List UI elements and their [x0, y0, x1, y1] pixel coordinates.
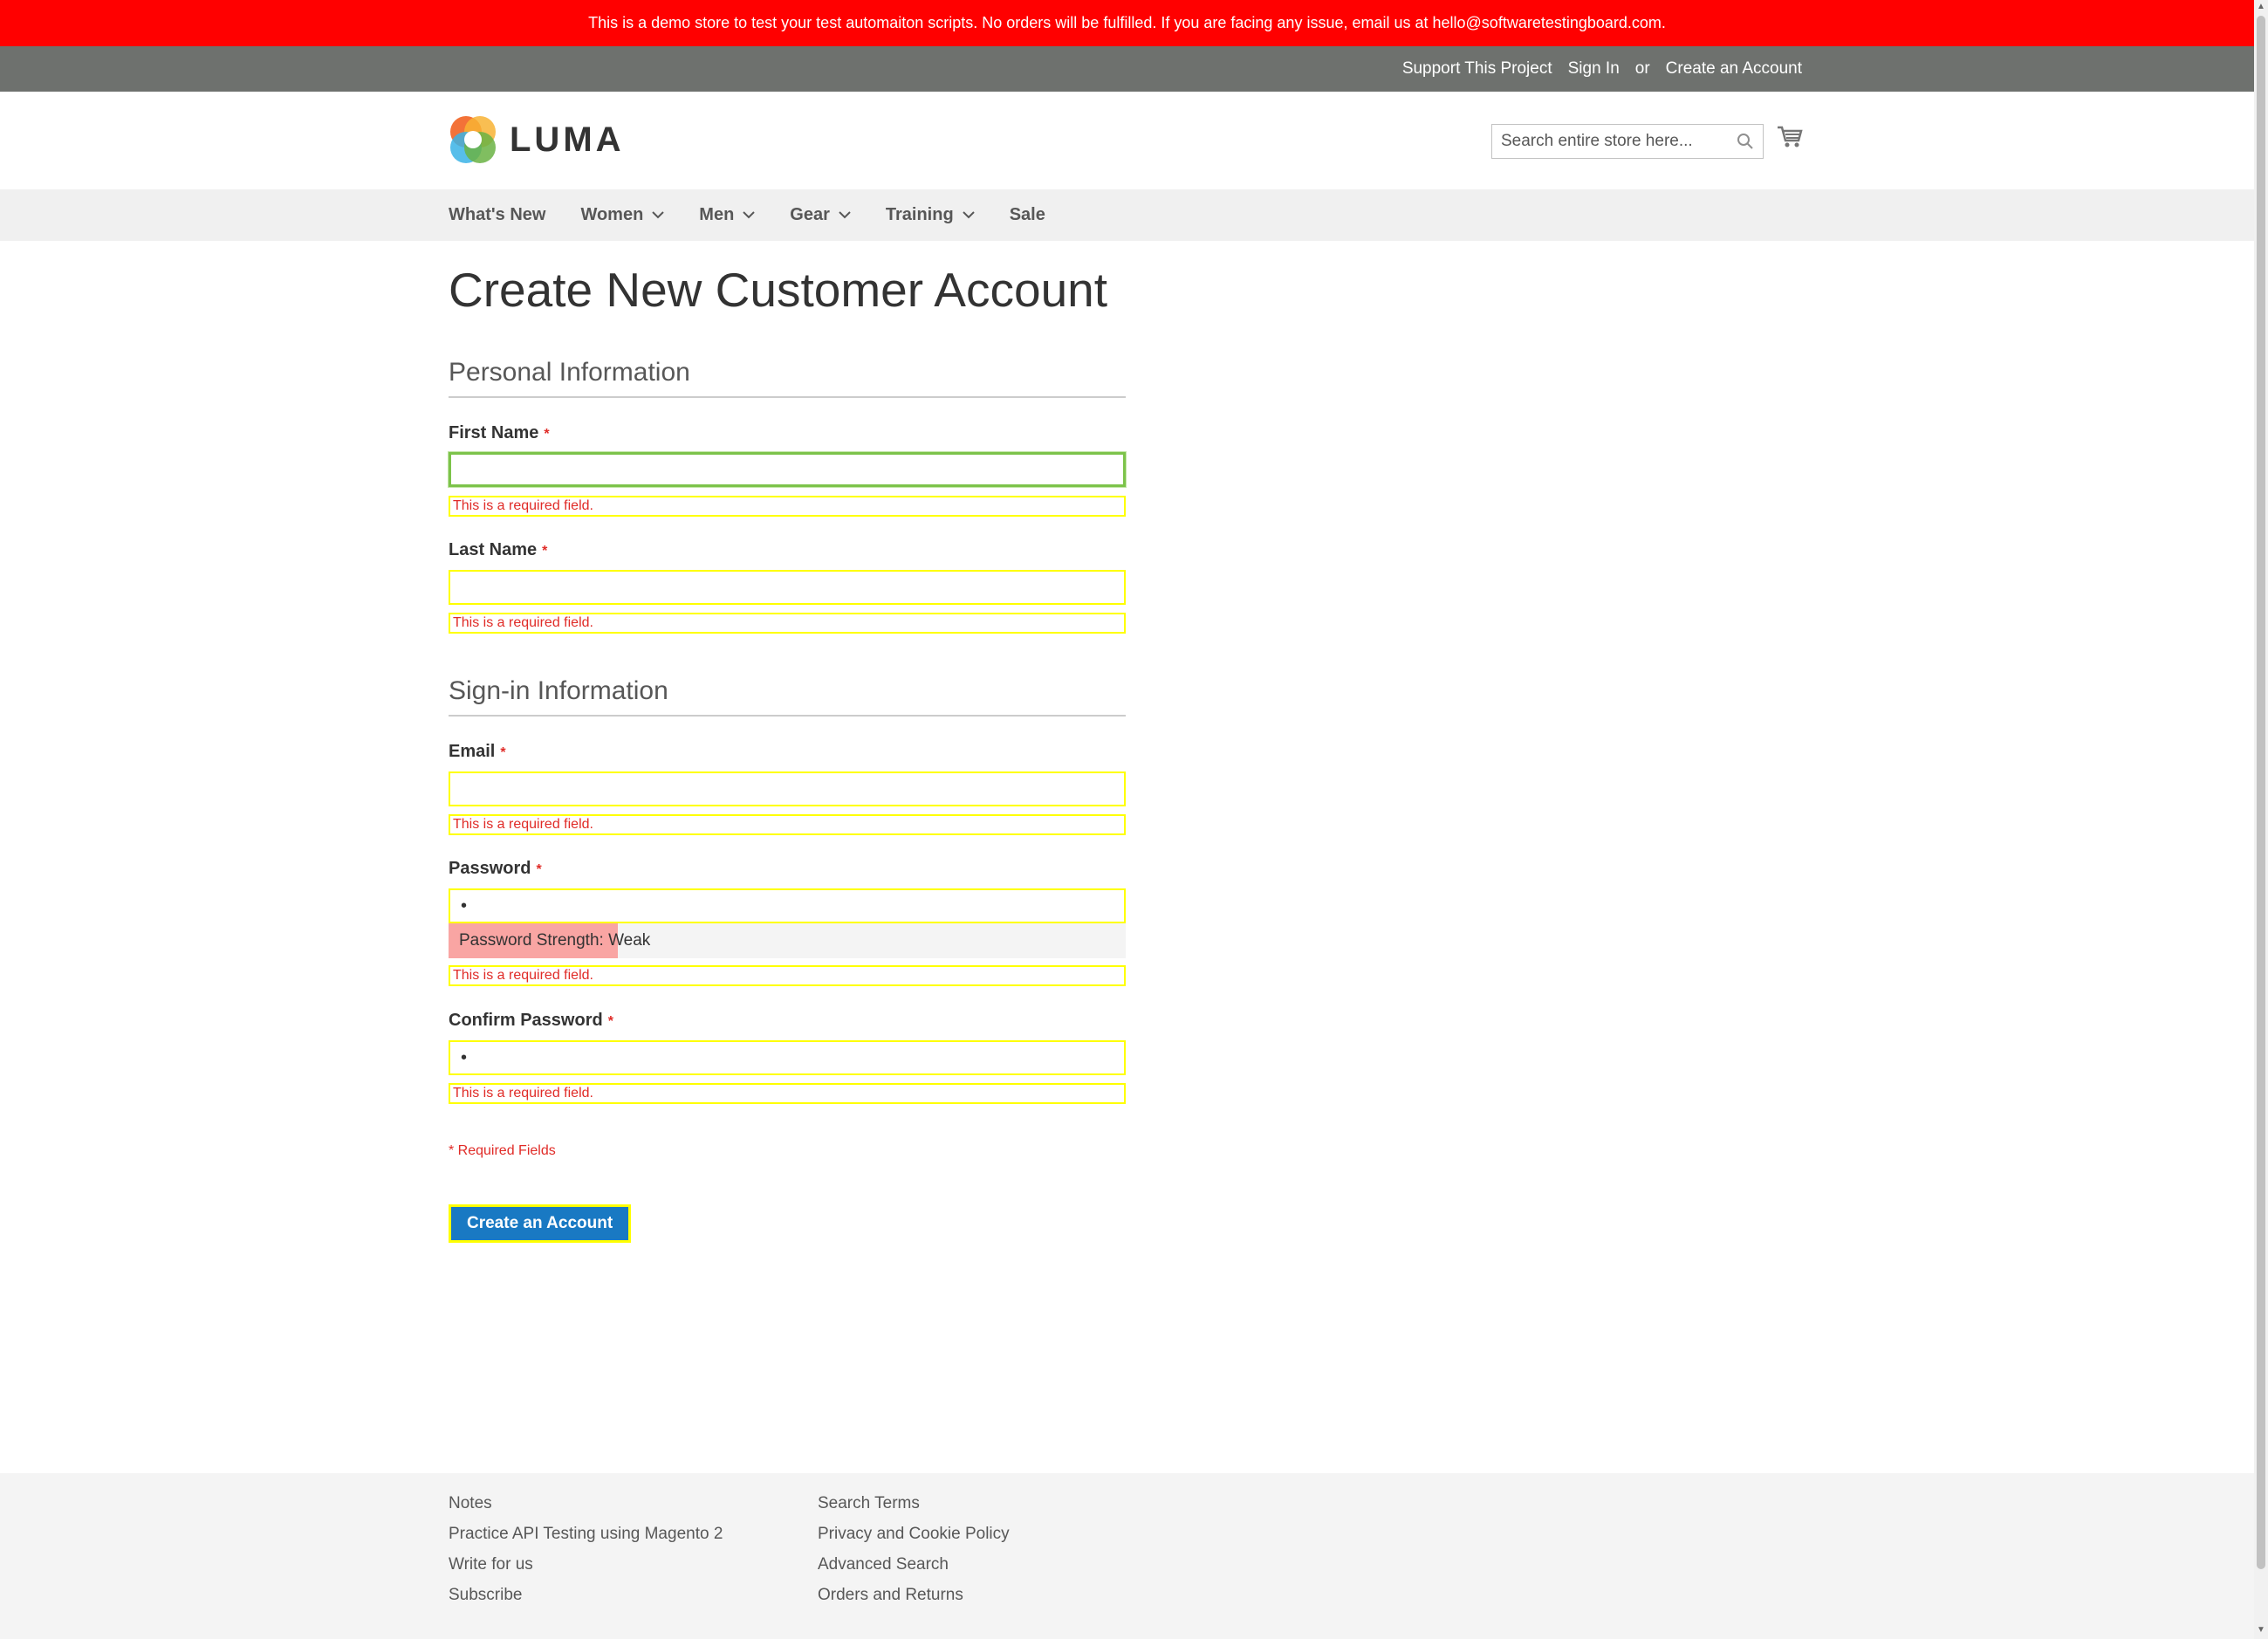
required-marker: *	[607, 1014, 613, 1029]
scroll-up-arrow-icon[interactable]: ▲	[2257, 2, 2265, 12]
first-name-label: First Name *	[449, 423, 550, 443]
support-project-link[interactable]: Support This Project	[1402, 59, 1552, 79]
required-marker: *	[536, 862, 542, 877]
search-box	[1491, 124, 1764, 159]
sign-in-link[interactable]: Sign In	[1568, 59, 1620, 79]
last-name-label: Last Name *	[449, 540, 547, 560]
footer-link-orders-returns[interactable]: Orders and Returns	[818, 1586, 1010, 1605]
nav-item-label: Sale	[1009, 205, 1045, 224]
footer-link-search-terms[interactable]: Search Terms	[818, 1494, 1010, 1513]
header-panel: Support This Project Sign In or Create a…	[0, 46, 2254, 92]
first-name-label-text: First Name	[449, 423, 539, 442]
signin-information-heading: Sign-in Information	[449, 676, 1126, 717]
password-label: Password *	[449, 859, 542, 879]
footer-links-column-2: Search Terms Privacy and Cookie Policy A…	[818, 1494, 1010, 1605]
first-name-input[interactable]	[449, 452, 1126, 487]
demo-notice-text: This is a demo store to test your test a…	[588, 14, 1666, 31]
confirm-password-input[interactable]	[449, 1040, 1126, 1075]
chevron-down-icon	[652, 211, 665, 219]
password-label-text: Password	[449, 859, 531, 878]
required-marker: *	[544, 427, 550, 442]
page-scrollbar[interactable]: ▲ ▼	[2254, 0, 2268, 1639]
email-label: Email *	[449, 742, 506, 762]
chevron-down-icon	[743, 211, 756, 219]
last-name-label-text: Last Name	[449, 540, 538, 559]
search-icon[interactable]	[1737, 133, 1754, 150]
page-title: Create New Customer Account	[449, 263, 1108, 317]
scroll-down-arrow-icon[interactable]: ▼	[2257, 1625, 2265, 1636]
password-error: This is a required field.	[449, 965, 1126, 986]
create-account-link[interactable]: Create an Account	[1666, 59, 1802, 79]
footer-link-privacy[interactable]: Privacy and Cookie Policy	[818, 1525, 1010, 1544]
footer-links-column-1: Notes Practice API Testing using Magento…	[449, 1494, 723, 1605]
logo-text: LUMA	[510, 120, 625, 159]
chevron-down-icon	[962, 211, 975, 219]
required-marker: *	[500, 745, 506, 760]
nav-item-sale[interactable]: Sale	[1010, 205, 1045, 225]
nav-item-gear[interactable]: Gear	[790, 205, 851, 225]
required-fields-note: * Required Fields	[449, 1143, 556, 1158]
password-input[interactable]	[449, 888, 1126, 923]
email-field[interactable]	[449, 771, 1126, 806]
main-navigation: What's New Women Men Gear Training Sale	[0, 189, 2254, 241]
nav-item-women[interactable]: Women	[580, 205, 665, 225]
nav-item-label: Training	[885, 205, 954, 224]
scrollbar-thumb[interactable]	[2257, 16, 2265, 1569]
nav-item-label: Men	[699, 205, 735, 224]
required-marker: *	[542, 544, 548, 559]
nav-item-men[interactable]: Men	[699, 205, 756, 225]
personal-information-heading: Personal Information	[449, 358, 1126, 398]
luma-logo[interactable]: LUMA	[449, 114, 625, 165]
footer-link-notes[interactable]: Notes	[449, 1494, 723, 1513]
cart-icon[interactable]	[1777, 125, 1803, 149]
first-name-error: This is a required field.	[449, 496, 1126, 517]
create-account-button[interactable]: Create an Account	[449, 1204, 632, 1243]
last-name-input[interactable]	[449, 570, 1126, 605]
password-strength-meter: Password Strength: Weak	[449, 923, 1126, 958]
last-name-error: This is a required field.	[449, 613, 1126, 634]
site-header: LUMA	[0, 92, 2254, 189]
confirm-password-label: Confirm Password *	[449, 1011, 613, 1031]
or-separator: or	[1634, 59, 1650, 78]
nav-item-label: Women	[580, 205, 644, 224]
nav-item-training[interactable]: Training	[886, 205, 975, 225]
search-input[interactable]	[1501, 132, 1728, 151]
password-strength-text: Password Strength: Weak	[459, 931, 651, 950]
luma-logo-icon	[450, 116, 496, 163]
chevron-down-icon	[839, 211, 851, 219]
email-label-text: Email	[449, 742, 496, 761]
nav-item-label: What's New	[449, 205, 546, 224]
confirm-password-label-text: Confirm Password	[449, 1011, 603, 1030]
header-links: Support This Project Sign In or Create a…	[1402, 46, 1802, 92]
confirm-password-error: This is a required field.	[449, 1083, 1126, 1104]
site-footer: Notes Practice API Testing using Magento…	[0, 1473, 2254, 1639]
footer-link-write-for-us[interactable]: Write for us	[449, 1555, 723, 1574]
footer-link-practice-api[interactable]: Practice API Testing using Magento 2	[449, 1525, 723, 1544]
demo-notice-banner: This is a demo store to test your test a…	[0, 0, 2254, 46]
email-error: This is a required field.	[449, 814, 1126, 835]
footer-link-subscribe[interactable]: Subscribe	[449, 1586, 723, 1605]
nav-item-label: Gear	[790, 205, 830, 224]
footer-link-advanced-search[interactable]: Advanced Search	[818, 1555, 1010, 1574]
nav-item-whats-new[interactable]: What's New	[449, 205, 545, 225]
